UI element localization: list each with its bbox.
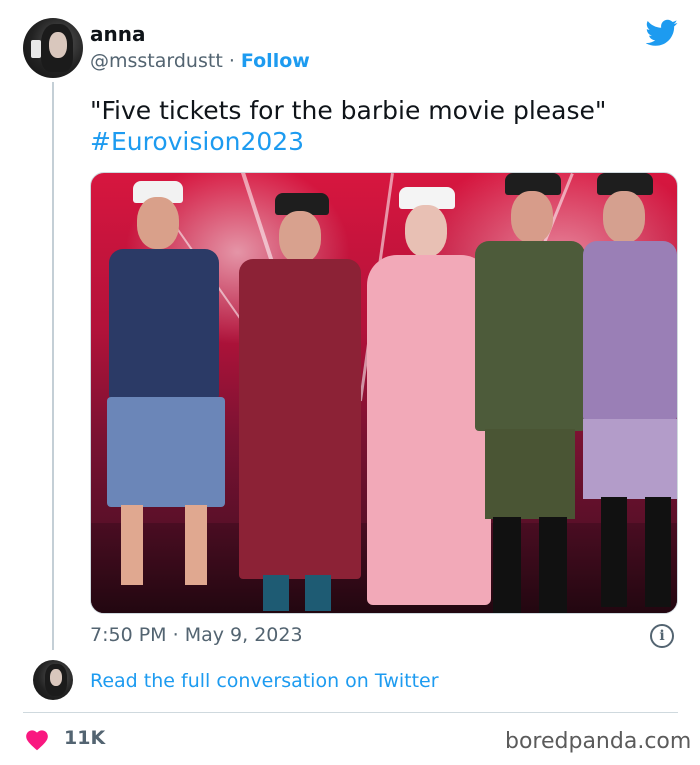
read-conversation-link[interactable]: Read the full conversation on Twitter [90,670,439,692]
tweet-time: 7:50 PM [90,624,167,646]
user-avatar[interactable] [23,18,83,78]
user-handle-row: @msstardustt · Follow [90,50,310,72]
info-icon[interactable]: i [650,624,674,648]
follow-button[interactable]: Follow [241,50,310,72]
tweet-card: anna @msstardustt · Follow "Five tickets… [0,0,700,765]
tweet-text: "Five tickets for the barbie movie pleas… [90,95,680,157]
tweet-timestamp[interactable]: 7:50 PM · May 9, 2023 [90,624,303,646]
twitter-bird-icon[interactable] [646,19,678,47]
handle-separator: · [228,50,235,72]
reply-avatar[interactable] [33,660,73,700]
user-name[interactable]: anna [90,22,145,46]
like-count[interactable]: 11K [64,727,105,749]
tweet-body: "Five tickets for the barbie movie pleas… [90,96,607,125]
tweet-photo[interactable] [90,172,678,614]
hashtag-link[interactable]: #Eurovision2023 [90,126,680,157]
user-handle[interactable]: @msstardustt [90,50,223,72]
divider [23,712,678,713]
tweet-date: May 9, 2023 [184,624,303,646]
thread-line [52,82,54,650]
watermark: boredpanda.com [505,729,692,754]
timestamp-separator: · [172,624,179,646]
heart-icon[interactable] [24,727,50,751]
